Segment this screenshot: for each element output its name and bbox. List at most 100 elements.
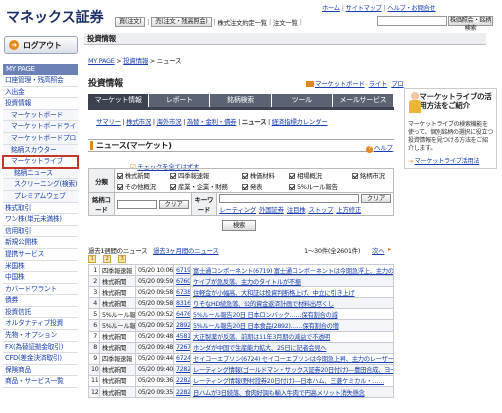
stock-code-input[interactable] [116, 199, 157, 209]
sell-order-button[interactable]: 売(注文・残高照会) [151, 16, 212, 27]
sidebar-item[interactable]: マーケットボードプロ [3, 132, 78, 145]
logout-button[interactable]: ➜ ログアウト [4, 36, 78, 54]
category-checkbox[interactable]: 産業・企業・財務 [169, 181, 234, 191]
sidebar-item[interactable]: 銘柄スカウター [3, 144, 78, 157]
row-headline[interactable]: 住軽金が小幅高、大和証は投資判断格上げ、中立に引き上げ [190, 286, 394, 299]
code-clear-button[interactable]: クリア [158, 199, 189, 209]
category-checkbox[interactable]: 株価材料 [241, 170, 281, 180]
subnav-item[interactable]: 経済指標カレンダー [272, 118, 328, 126]
sidebar-item[interactable]: 米国株 [3, 261, 78, 273]
page-3[interactable]: 3 [118, 255, 126, 263]
logo[interactable]: マネックス証券 [6, 7, 104, 27]
sidebar-item[interactable]: 口座管理・残高照会 [3, 75, 78, 87]
help-contact-link[interactable]: ヘルプ・お問合せ [387, 5, 435, 12]
buy-order-button[interactable]: 買(注文) [115, 16, 146, 27]
row-headline[interactable]: ホンダが中国で生産能力拡大、25日に記者会見へ [190, 341, 394, 354]
sidebar-item[interactable]: 新規公開株 [3, 237, 78, 249]
tab-tools[interactable]: ツール [271, 94, 333, 107]
next-page-link[interactable]: 次へ [372, 245, 385, 255]
subnav-item[interactable]: サマリー [96, 118, 121, 126]
sidebar-item[interactable]: CFD(差金決済取引) [3, 353, 78, 365]
keyword-input[interactable] [219, 194, 360, 203]
sidebar-item[interactable]: マーケットボード [3, 109, 78, 122]
sidebar-item[interactable]: 投資情報 [3, 98, 78, 110]
checkbox-icon[interactable] [169, 184, 176, 190]
checkbox-icon[interactable] [288, 184, 295, 190]
sidebar-item[interactable]: 入出金 [3, 87, 78, 99]
marketboard-lite-link[interactable]: ライト [369, 78, 388, 88]
sidebar-item[interactable]: プレミアムウェブ [3, 190, 78, 203]
row-stock-code[interactable]: 8316 [173, 297, 191, 310]
row-stock-code[interactable]: 7267 [173, 341, 191, 354]
keyword-shortcut-link[interactable]: レーティング [219, 204, 256, 214]
page-2[interactable]: 2 [103, 255, 111, 263]
keyword-shortcut-link[interactable]: 注目株 [287, 204, 306, 214]
keyword-shortcut-link[interactable]: ストップ [308, 204, 333, 214]
row-stock-code[interactable]: 7282 [173, 363, 191, 376]
sidebar-item[interactable]: マーケットボードライト [3, 121, 78, 133]
subnav-item[interactable]: 海外市況 [157, 118, 182, 126]
row-stock-code[interactable]: 6760 [173, 275, 191, 288]
sidebar-item[interactable]: オルタナティブ投資 [3, 318, 78, 331]
search-button[interactable]: 検索 [222, 220, 256, 231]
row-headline[interactable]: セイコーエプソン(6724) セイコーエプソンは今期急上昇、主力のレーザー… [190, 352, 394, 365]
row-headline[interactable]: りそなHD続急落、公的資金返済計画で材料出尽くし [190, 297, 394, 310]
order-execution-list-link[interactable]: 株式注文約定一覧 [217, 17, 267, 27]
category-checkbox[interactable]: 相場概況 [288, 170, 344, 180]
category-checkbox[interactable]: 銘柄市況 [351, 170, 391, 180]
row-stock-code[interactable]: 6738 [173, 286, 191, 299]
checkbox-icon[interactable] [351, 173, 358, 179]
sitemap-link[interactable]: サイトマップ [346, 5, 382, 12]
sidebar-item[interactable]: 先物・オプション [3, 330, 78, 342]
tab-market-info[interactable]: マーケット情報 [88, 94, 150, 107]
breadcrumb-mypage[interactable]: MY PAGE [88, 57, 115, 65]
tab-report[interactable]: レポート [149, 94, 211, 107]
row-stock-code[interactable]: 6719 [173, 263, 191, 277]
breadcrumb-invest-info[interactable]: 投資情報 [123, 57, 148, 65]
category-checkbox[interactable]: 株式新聞 [116, 170, 162, 180]
category-checkbox[interactable]: 四季報速報 [169, 170, 234, 180]
sidebar-item[interactable]: 商品・サービス一覧 [3, 376, 78, 389]
tab-stock-search[interactable]: 銘柄検索 [210, 94, 272, 107]
category-checkbox[interactable]: 5%ルール報告 [288, 181, 344, 191]
sidebar-item[interactable]: FX(為替証拠金取引) [3, 342, 78, 354]
promo-link[interactable]: マーケットライブ活用法 [415, 158, 480, 165]
three-month-link[interactable]: 過去3ヶ月間のニュース [153, 247, 219, 255]
row-stock-code[interactable]: 6724 [173, 352, 191, 365]
sidebar-item[interactable]: 投資信託 [3, 307, 78, 319]
subnav-item[interactable]: 株式市況 [126, 118, 151, 126]
sidebar-item[interactable]: カバードワラント [3, 284, 78, 296]
checkbox-icon[interactable] [288, 173, 295, 179]
category-checkbox[interactable]: その他概況 [116, 181, 162, 191]
row-headline[interactable]: 5%ルール報告20日 日本食品(2892)……保有割合の増 [190, 319, 394, 332]
row-stock-code[interactable]: 6476 [173, 308, 191, 321]
row-headline[interactable]: レーティング情報(ゴールドマン・サックス証券20日付け)―豊田合成、ヨー… [190, 363, 394, 376]
row-headline[interactable]: 日ハムが3日続落、食肉好調も輸入牛肉で円高メリット消失懸念 [190, 386, 394, 399]
sidebar-item[interactable]: マーケットライブ [2, 155, 79, 169]
sidebar-item[interactable]: 提携サービス [3, 249, 78, 261]
sidebar-item[interactable]: 保険商品 [3, 365, 78, 377]
keyword-shortcut-link[interactable]: 外国証券 [259, 204, 284, 214]
row-headline[interactable]: 大正製薬が反落、前期は11年3月期の減益で不透明 [190, 330, 394, 343]
row-headline[interactable]: レーティング情報(野村證券20日付け)―日本ハム、三菱ケミカル・…… [190, 374, 394, 388]
marketboard-pro-link[interactable]: プロ [391, 78, 404, 88]
sidebar-item[interactable]: 株式取引 [3, 203, 78, 215]
row-stock-code[interactable]: 2282 [173, 374, 191, 388]
sidebar-item[interactable]: 債券 [3, 295, 78, 307]
home-link[interactable]: ホーム [322, 5, 340, 12]
help-link[interactable]: ? ヘルプ [366, 142, 393, 153]
sidebar-item[interactable]: スクリーニング(検索) [3, 179, 78, 191]
stock-search-input[interactable] [377, 16, 447, 26]
row-headline[interactable]: 5%ルール報告20日 日本ロンバック……保有割合の減 [190, 308, 394, 321]
row-headline[interactable]: 富士通コンポーネント(6719) 富士通コンポーネントは今期急浮上、主力のパ… [190, 263, 394, 277]
sidebar-item[interactable]: 信用取引 [3, 226, 78, 238]
order-list-link[interactable]: 注文一覧 [273, 17, 298, 27]
category-checkbox[interactable]: 発表 [241, 181, 281, 191]
row-headline[interactable]: ケイブが急反落、主力のタイトルが不振 [190, 275, 394, 288]
page-1[interactable]: 1 [88, 255, 96, 263]
stock-search-button[interactable]: 株価照会・銘柄検索 [448, 16, 493, 32]
checkbox-icon[interactable] [241, 173, 248, 179]
row-stock-code[interactable]: 4581 [173, 330, 191, 343]
subnav-item[interactable]: 為替・金利・債券 [187, 118, 237, 126]
keyword-clear-button[interactable]: クリア [361, 194, 391, 203]
